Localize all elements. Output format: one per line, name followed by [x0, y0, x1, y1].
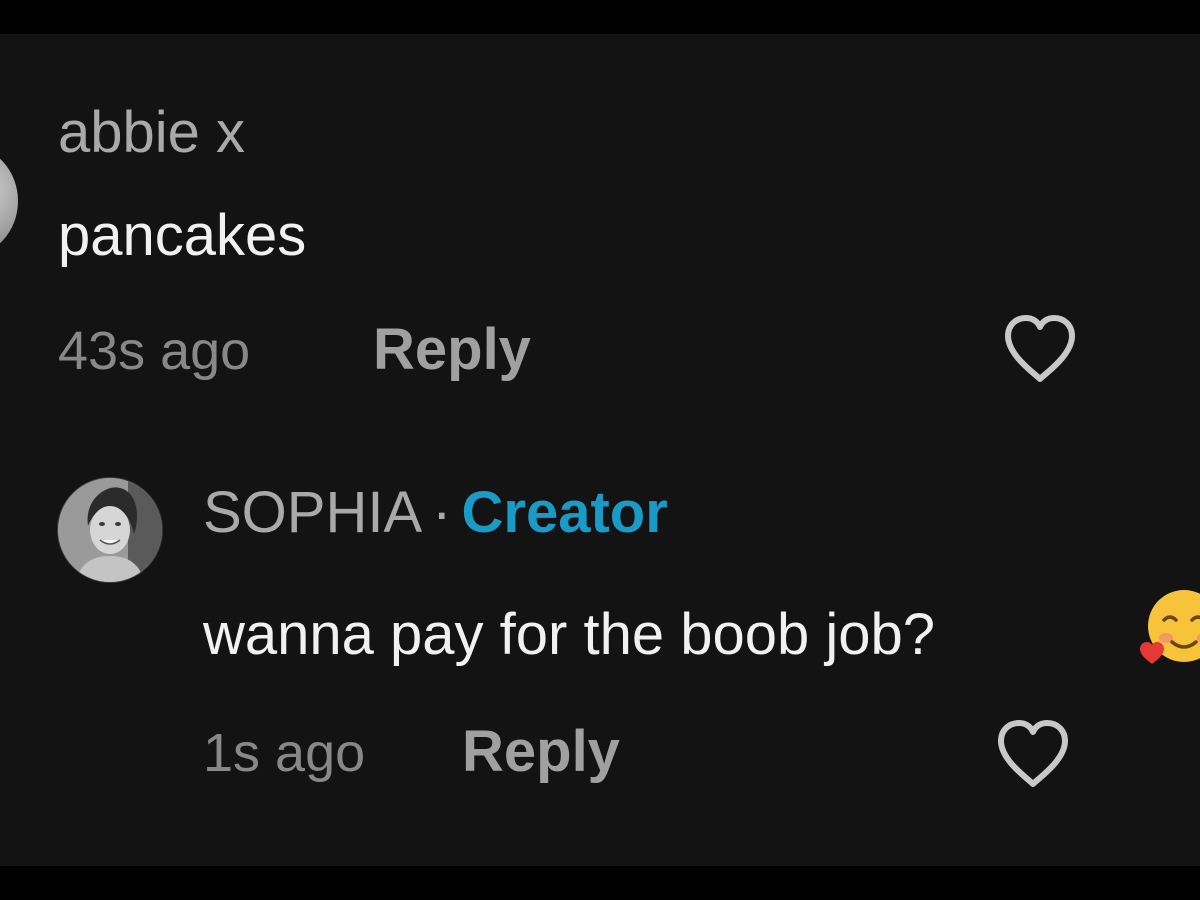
comment-username[interactable]: SOPHIA: [203, 480, 422, 545]
smiling-face-with-hearts-emoji: [1140, 590, 1200, 664]
avatar[interactable]: [0, 146, 18, 256]
comment-header: SOPHIA · Creator: [203, 484, 668, 542]
heart-outline-icon[interactable]: [993, 718, 1073, 790]
separator-dot: ·: [432, 480, 452, 545]
reply-button[interactable]: Reply: [373, 321, 531, 379]
heart-outline-icon[interactable]: [1000, 313, 1080, 385]
comment-timestamp: 43s ago: [58, 321, 251, 381]
comment-username[interactable]: abbie x: [58, 104, 245, 162]
reply-button[interactable]: Reply: [462, 723, 620, 781]
avatar[interactable]: [57, 477, 163, 583]
comment-text: wanna pay for the boob job?: [203, 602, 935, 667]
comments-panel: abbie x pancakes 43s ago Reply SOPHIA · Cr…: [0, 34, 1200, 866]
comment-timestamp: 1s ago: [203, 723, 366, 783]
comment-text: pancakes: [58, 203, 307, 268]
creator-badge: Creator: [461, 480, 668, 545]
